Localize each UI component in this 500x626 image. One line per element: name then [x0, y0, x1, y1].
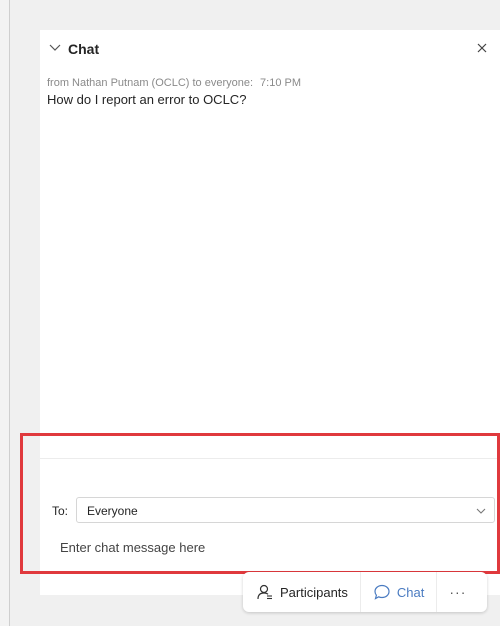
- message-sender: from Nathan Putnam (OCLC) to everyone:: [47, 77, 254, 89]
- participants-button[interactable]: Participants: [243, 572, 360, 612]
- message-time: 7:10 PM: [260, 77, 301, 89]
- chat-message-input[interactable]: [60, 538, 480, 556]
- chat-message: from Nathan Putnam (OCLC) to everyone: 7:…: [47, 76, 490, 108]
- recipient-value: Everyone: [87, 504, 138, 518]
- to-label: To:: [52, 504, 69, 518]
- close-icon[interactable]: [476, 42, 488, 54]
- more-options-button[interactable]: ···: [437, 572, 478, 612]
- chat-panel: Chat from Nathan Putnam (OCLC) to everyo…: [40, 30, 500, 595]
- message-meta: from Nathan Putnam (OCLC) to everyone: 7:…: [47, 76, 490, 90]
- message-text: How do I report an error to OCLC?: [47, 92, 247, 107]
- chat-header: Chat: [40, 30, 500, 68]
- chevron-down-icon[interactable]: [48, 40, 62, 54]
- more-icon: ···: [449, 584, 467, 600]
- chat-title: Chat: [68, 41, 100, 57]
- participants-label: Participants: [280, 584, 348, 600]
- chat-label: Chat: [396, 584, 425, 600]
- recipient-select[interactable]: Everyone: [76, 497, 495, 523]
- compose-area: To: Everyone: [40, 458, 500, 556]
- participants-icon: [257, 584, 272, 600]
- chat-button[interactable]: Chat: [359, 572, 438, 612]
- chevron-down-icon: [476, 508, 486, 514]
- bottom-toolbar: Participants Chat ···: [243, 572, 487, 612]
- chat-bubble-icon: [374, 584, 390, 600]
